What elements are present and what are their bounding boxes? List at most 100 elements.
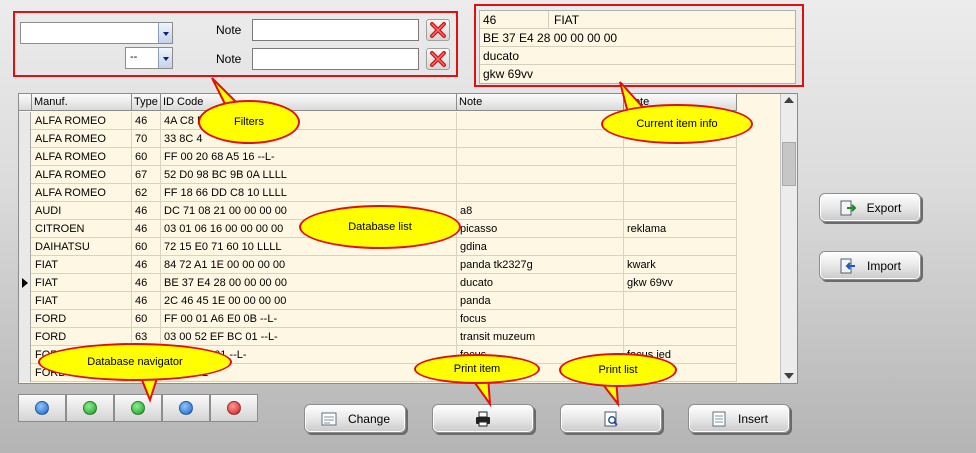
cell-type[interactable]: 60 (132, 238, 161, 256)
cell-type[interactable]: 46 (132, 292, 161, 310)
row-indicator[interactable] (19, 346, 31, 364)
cell-note[interactable] (457, 148, 624, 166)
table-row[interactable]: ALFA ROMEO 67 52 D0 98 BC 9B 0A LLLL (19, 166, 737, 184)
cell-manuf[interactable]: FIAT (32, 256, 132, 274)
row-indicator[interactable] (19, 274, 31, 292)
header-manuf[interactable]: Manuf. (32, 94, 132, 111)
cell-id[interactable]: FF 00 01 A6 E0 0B --L- (161, 310, 457, 328)
cell-note[interactable]: gdina (457, 238, 624, 256)
cell-note[interactable]: a8 (457, 202, 624, 220)
row-indicator[interactable] (19, 256, 31, 274)
cell-id[interactable]: 2C 46 45 1E 00 00 00 00 (161, 292, 457, 310)
cell-id[interactable]: 84 72 A1 1E 00 00 00 00 (161, 256, 457, 274)
cell-id[interactable]: 52 D0 98 BC 9B 0A LLLL (161, 166, 457, 184)
row-indicator[interactable] (19, 166, 31, 184)
cell-note[interactable]: ducato (457, 274, 624, 292)
scroll-thumb[interactable] (782, 142, 796, 186)
table-row[interactable]: ALFA ROMEO 60 FF 00 20 68 A5 16 --L- (19, 148, 737, 166)
nav-last-button[interactable] (162, 394, 210, 422)
cell-type[interactable]: 46 (132, 274, 161, 292)
cell-manuf[interactable]: ALFA ROMEO (32, 112, 132, 130)
cell-manuf[interactable]: ALFA ROMEO (32, 184, 132, 202)
cell-note2[interactable] (624, 202, 737, 220)
cell-note2[interactable]: reklama (624, 220, 737, 238)
cell-type[interactable]: 46 (132, 202, 161, 220)
cell-manuf[interactable]: DAIHATSU (32, 238, 132, 256)
current-item-info-callout: Current item info (601, 104, 753, 144)
cell-note[interactable]: picasso (457, 220, 624, 238)
table-row[interactable]: ALFA ROMEO 62 FF 18 66 DD C8 10 LLLL (19, 184, 737, 202)
cell-note2[interactable] (624, 238, 737, 256)
cell-note[interactable]: transit muzeum (457, 328, 624, 346)
cell-manuf[interactable]: FORD (32, 310, 132, 328)
cell-type[interactable]: 62 (132, 184, 161, 202)
row-indicator[interactable] (19, 310, 31, 328)
nav-next-button[interactable] (114, 394, 162, 422)
table-row[interactable]: FIAT 46 84 72 A1 1E 00 00 00 00 panda tk232… (19, 256, 737, 274)
vertical-scrollbar[interactable] (780, 94, 797, 383)
cell-type[interactable]: 70 (132, 130, 161, 148)
cell-note2[interactable] (624, 310, 737, 328)
cell-manuf[interactable]: ALFA ROMEO (32, 148, 132, 166)
table-row[interactable]: FORD 60 FF 00 01 A6 E0 0B --L-focus (19, 310, 737, 328)
header-id-code[interactable]: ID Code (161, 94, 457, 111)
next-record-icon (131, 401, 145, 415)
cell-note[interactable]: focus (457, 310, 624, 328)
cell-id[interactable]: 03 00 52 EF BC 01 --L- (161, 328, 457, 346)
scroll-down-arrow-icon[interactable] (784, 373, 794, 379)
insert-button[interactable]: Insert (688, 404, 790, 433)
cell-note[interactable]: panda tk2327g (457, 256, 624, 274)
cell-note2[interactable] (624, 292, 737, 310)
cell-id[interactable]: BE 37 E4 28 00 00 00 00 (161, 274, 457, 292)
export-button[interactable]: Export (819, 193, 921, 222)
cell-type[interactable]: 67 (132, 166, 161, 184)
row-indicator[interactable] (19, 130, 31, 148)
cell-manuf[interactable]: CITROEN (32, 220, 132, 238)
cell-note2[interactable] (624, 148, 737, 166)
cell-type[interactable]: 60 (132, 310, 161, 328)
cell-type[interactable]: 46 (132, 220, 161, 238)
row-indicator[interactable] (19, 292, 31, 310)
change-button[interactable]: Change (304, 404, 406, 433)
row-indicator[interactable] (19, 364, 31, 382)
row-indicator[interactable] (19, 184, 31, 202)
cell-note[interactable] (457, 166, 624, 184)
row-indicator[interactable] (19, 328, 31, 346)
row-indicator[interactable] (19, 112, 31, 130)
cell-id[interactable]: FF 00 20 68 A5 16 --L- (161, 148, 457, 166)
cell-note[interactable] (457, 184, 624, 202)
cell-id[interactable]: FF 18 66 DD C8 10 LLLL (161, 184, 457, 202)
nav-first-button[interactable] (18, 394, 66, 422)
cell-manuf[interactable]: FIAT (32, 292, 132, 310)
header-type[interactable]: Type (132, 94, 161, 111)
header-note[interactable]: Note (457, 94, 624, 111)
cell-note2[interactable]: kwark (624, 256, 737, 274)
table-row[interactable]: FIAT 46 2C 46 45 1E 00 00 00 00 panda (19, 292, 737, 310)
cell-note[interactable]: panda (457, 292, 624, 310)
cell-note2[interactable] (624, 166, 737, 184)
cell-note2[interactable]: gkw 69vv (624, 274, 737, 292)
cell-manuf[interactable]: ALFA ROMEO (32, 130, 132, 148)
cell-type[interactable]: 46 (132, 256, 161, 274)
import-button[interactable]: Import (819, 251, 921, 280)
nav-prior-button[interactable] (66, 394, 114, 422)
cell-manuf[interactable]: AUDI (32, 202, 132, 220)
cell-note2[interactable] (624, 184, 737, 202)
import-label: Import (866, 258, 901, 273)
cell-manuf[interactable]: ALFA ROMEO (32, 166, 132, 184)
print-list-button[interactable] (560, 404, 662, 433)
cell-type[interactable]: 60 (132, 148, 161, 166)
cell-note2[interactable] (624, 328, 737, 346)
cell-note[interactable] (457, 112, 624, 130)
row-indicator[interactable] (19, 202, 31, 220)
print-item-button[interactable] (432, 404, 534, 433)
cell-type[interactable]: 46 (132, 112, 161, 130)
cell-note[interactable] (457, 130, 624, 148)
table-row[interactable]: FIAT 46 BE 37 E4 28 00 00 00 00 ducato gkw 6… (19, 274, 737, 292)
scroll-up-arrow-icon[interactable] (784, 97, 794, 103)
row-indicator[interactable] (19, 220, 31, 238)
cell-manuf[interactable]: FIAT (32, 274, 132, 292)
nav-delete-button[interactable] (210, 394, 258, 422)
row-indicator[interactable] (19, 148, 31, 166)
row-indicator[interactable] (19, 238, 31, 256)
